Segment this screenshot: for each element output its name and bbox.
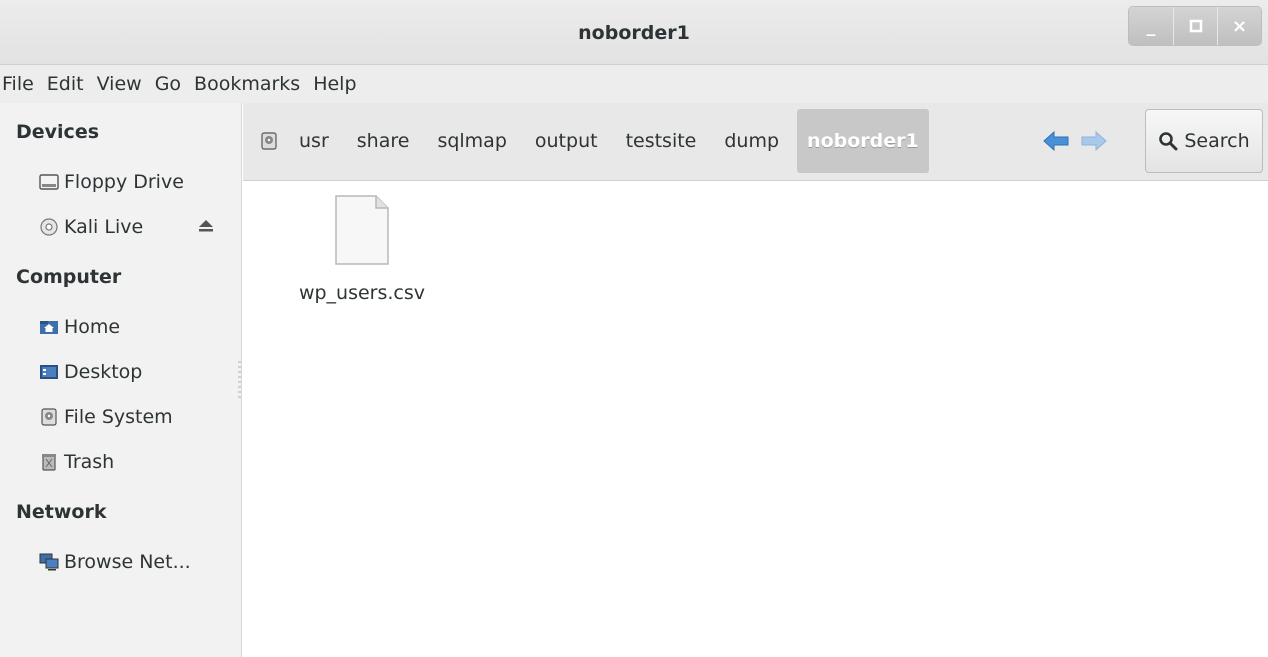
crumb-sqlmap[interactable]: sqlmap — [423, 109, 520, 173]
drive-icon — [38, 408, 60, 426]
sidebar-item-label: File System — [64, 406, 173, 428]
floppy-drive-icon — [38, 173, 60, 191]
file-name: wp_users.csv — [298, 282, 426, 304]
menu-edit[interactable]: Edit — [47, 73, 97, 95]
maximize-icon — [1189, 19, 1202, 33]
toolbar: usr share sqlmap output testsite dump no… — [243, 103, 1268, 181]
crumb-dump[interactable]: dump — [710, 109, 793, 173]
title-bar: noborder1 _ × — [0, 0, 1268, 65]
desktop-icon — [38, 363, 60, 381]
sidebar-item-floppy-drive[interactable]: Floppy Drive — [38, 171, 184, 193]
sidebar-item-label: Desktop — [64, 361, 143, 383]
network-icon — [38, 553, 60, 571]
window-controls: _ × — [1128, 6, 1262, 46]
search-label: Search — [1184, 130, 1250, 152]
menu-help[interactable]: Help — [313, 73, 369, 95]
sidebar-header-devices: Devices — [16, 121, 100, 143]
sidebar-item-label: Kali Live — [64, 216, 144, 238]
disc-icon — [38, 218, 60, 236]
menu-go[interactable]: Go — [155, 73, 194, 95]
window-title: noborder1 — [578, 22, 690, 44]
sidebar-item-browse-network[interactable]: Browse Net... — [38, 551, 191, 573]
eject-icon[interactable] — [198, 218, 214, 237]
crumb-root[interactable] — [253, 109, 285, 173]
sidebar-header-network: Network — [16, 501, 107, 523]
sidebar-item-home[interactable]: Home — [38, 316, 120, 338]
sidebar-item-file-system[interactable]: File System — [38, 406, 173, 428]
forward-arrow-icon[interactable] — [1081, 130, 1107, 152]
crumb-usr[interactable]: usr — [285, 109, 343, 173]
search-button[interactable]: Search — [1145, 109, 1263, 173]
crumb-testsite[interactable]: testsite — [612, 109, 711, 173]
close-button[interactable]: × — [1217, 7, 1261, 45]
sidebar-item-kali-live[interactable]: Kali Live — [38, 216, 143, 238]
sidebar-item-label: Browse Net... — [64, 551, 191, 573]
crumb-share[interactable]: share — [343, 109, 424, 173]
sidebar-item-trash[interactable]: Trash — [38, 451, 114, 473]
crumb-current[interactable]: noborder1 — [797, 109, 929, 173]
back-arrow-icon[interactable] — [1043, 130, 1069, 152]
text-file-icon — [332, 194, 392, 266]
sidebar-item-label: Trash — [64, 451, 115, 473]
sidebar-item-label: Home — [64, 316, 121, 338]
menu-bar: File Edit View Go Bookmarks Help — [0, 65, 1268, 103]
crumb-output[interactable]: output — [521, 109, 612, 173]
sidebar-item-label: Floppy Drive — [64, 171, 184, 193]
file-item[interactable]: wp_users.csv — [287, 194, 437, 304]
search-icon — [1159, 132, 1178, 151]
home-folder-icon — [38, 318, 60, 336]
file-view[interactable]: wp_users.csv — [243, 182, 1268, 657]
menu-bookmarks[interactable]: Bookmarks — [194, 73, 313, 95]
breadcrumb: usr share sqlmap output testsite dump no… — [253, 109, 929, 173]
drive-icon — [261, 132, 277, 150]
sidebar-resize-handle[interactable] — [238, 361, 241, 401]
maximize-button[interactable] — [1173, 7, 1217, 45]
sidebar-header-computer: Computer — [16, 266, 122, 288]
sidebar: Devices Floppy Drive Kali Live Computer … — [0, 103, 242, 657]
trash-icon — [38, 453, 60, 471]
menu-view[interactable]: View — [97, 73, 155, 95]
minimize-button[interactable]: _ — [1129, 7, 1173, 45]
menu-file[interactable]: File — [2, 73, 47, 95]
sidebar-item-desktop[interactable]: Desktop — [38, 361, 142, 383]
